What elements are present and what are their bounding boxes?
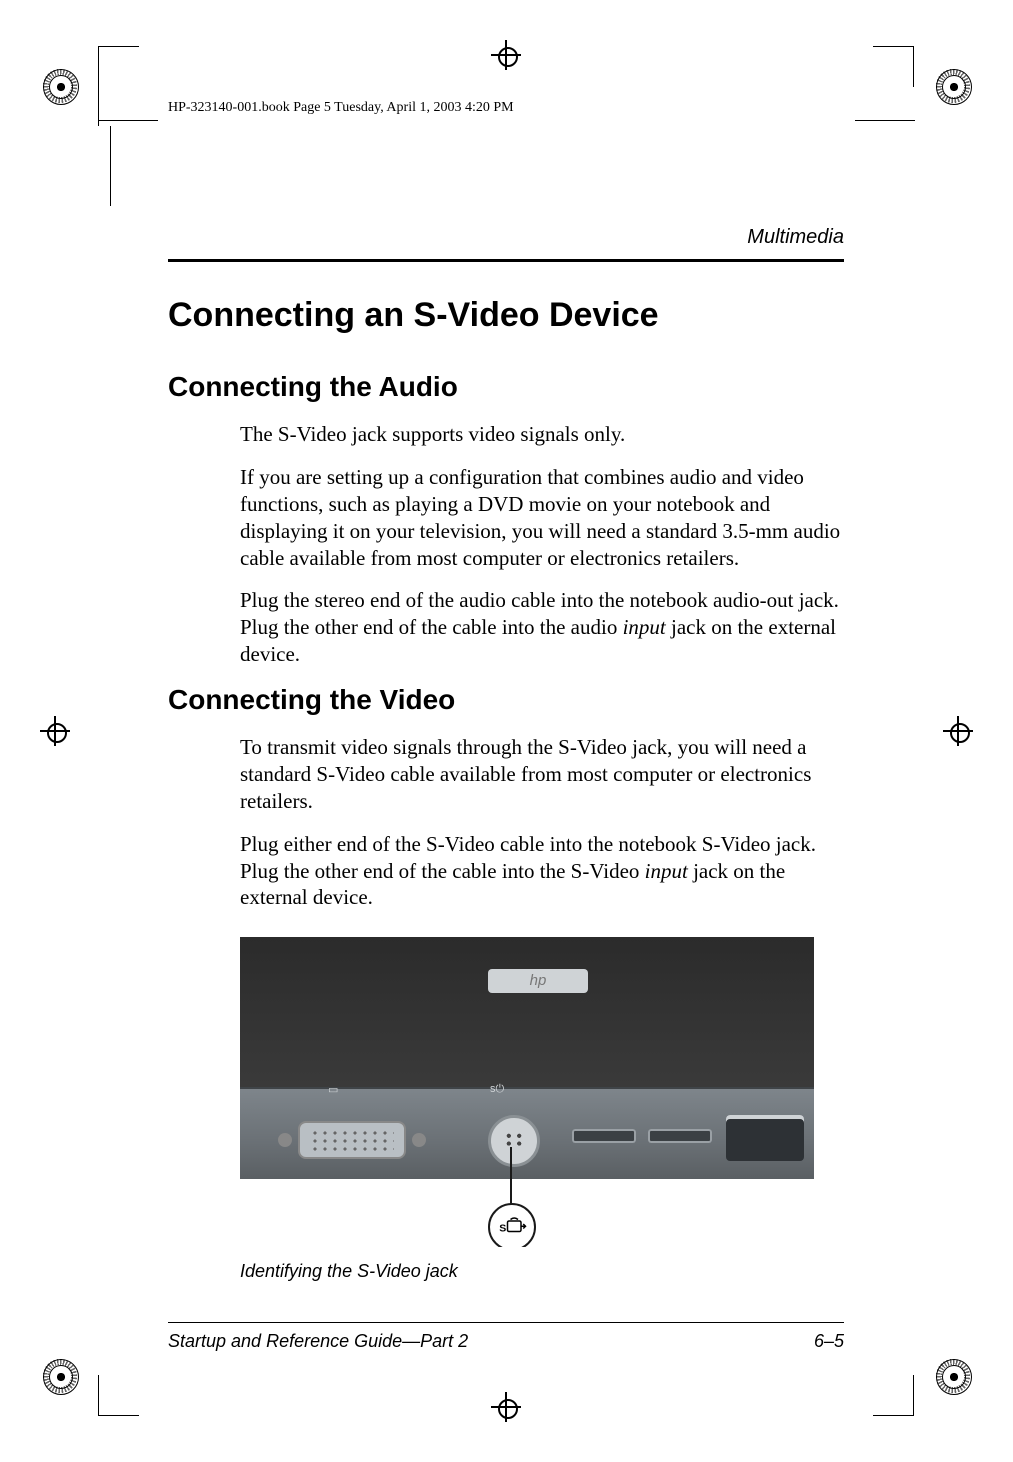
subheading-video: Connecting the Video bbox=[168, 684, 844, 716]
parallel-port-icon bbox=[726, 1115, 804, 1161]
footer-rule bbox=[168, 1322, 844, 1323]
crosshair-icon bbox=[943, 716, 973, 746]
crosshair-icon bbox=[40, 716, 70, 746]
guide-line bbox=[98, 120, 158, 121]
emphasis: input bbox=[623, 615, 666, 639]
s-video-port-icon bbox=[488, 1115, 540, 1167]
paragraph: The S-Video jack supports video signals … bbox=[240, 421, 844, 448]
paragraph: To transmit video signals through the S-… bbox=[240, 734, 844, 815]
subheading-audio: Connecting the Audio bbox=[168, 371, 844, 403]
footer-left: Startup and Reference Guide—Part 2 bbox=[168, 1331, 468, 1352]
figure-image: hp ▭ s⏻ S bbox=[240, 937, 814, 1247]
heading-rule bbox=[168, 259, 844, 262]
usb-port-icon bbox=[648, 1129, 712, 1143]
page-title: Connecting an S-Video Device bbox=[168, 296, 844, 335]
emphasis: input bbox=[645, 859, 688, 883]
callout-leader bbox=[510, 1147, 512, 1209]
guide-line bbox=[855, 120, 915, 121]
paragraph: Plug either end of the S-Video cable int… bbox=[240, 831, 844, 912]
vga-port-icon bbox=[298, 1121, 406, 1159]
paragraph: Plug the stereo end of the audio cable i… bbox=[240, 587, 844, 668]
registration-mark-icon bbox=[40, 66, 80, 106]
figure-caption: Identifying the S-Video jack bbox=[240, 1261, 814, 1282]
running-head: Multimedia bbox=[168, 226, 844, 249]
crosshair-icon bbox=[491, 1392, 521, 1422]
port-label-icon: ▭ bbox=[328, 1083, 338, 1096]
paragraph: If you are setting up a configuration th… bbox=[240, 464, 844, 572]
hp-logo-icon: hp bbox=[488, 969, 588, 993]
figure: hp ▭ s⏻ S Identifying the S bbox=[240, 937, 814, 1282]
page-footer: Startup and Reference Guide—Part 2 6–5 bbox=[168, 1331, 844, 1352]
s-video-callout-icon: S bbox=[488, 1203, 536, 1247]
page-body: HP-323140-001.book Page 5 Tuesday, April… bbox=[168, 100, 844, 1352]
crosshair-icon bbox=[491, 40, 521, 70]
registration-mark-icon bbox=[40, 1356, 80, 1396]
svg-text:S: S bbox=[499, 1223, 506, 1235]
document-header: HP-323140-001.book Page 5 Tuesday, April… bbox=[168, 100, 844, 116]
registration-mark-icon bbox=[933, 66, 973, 106]
usb-port-icon bbox=[572, 1129, 636, 1143]
port-label-icon: s⏻ bbox=[490, 1083, 504, 1096]
registration-mark-icon bbox=[933, 1356, 973, 1396]
footer-page-number: 6–5 bbox=[814, 1331, 844, 1352]
